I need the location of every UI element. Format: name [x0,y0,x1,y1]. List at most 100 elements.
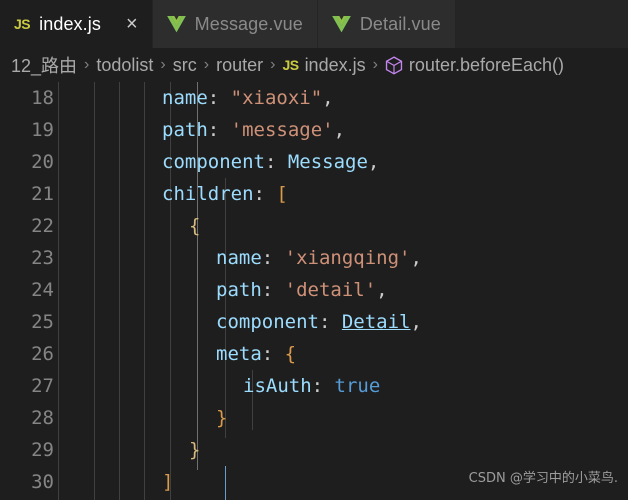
tab-close-icon[interactable]: × [126,14,138,34]
code-token: { [284,343,297,365]
code-line[interactable]: 27 isAuth: true [0,370,628,402]
breadcrumb-separator-icon: › [203,56,210,73]
tab-label: Detail.vue [359,13,441,34]
code-token: path [162,119,208,141]
code-token: name [162,87,208,109]
code-editor[interactable]: 18 name: "xiaoxi", 19 path: 'message', 20 com… [0,82,628,500]
code-text: { [189,210,200,242]
editor-tab-bar: JS index.js × Message.vue Detail.vue [0,0,628,48]
code-token: name [216,247,262,269]
tab-index-js[interactable]: JS index.js × [0,0,153,48]
code-text: name: "xiaoxi", [162,82,334,114]
code-line-list: 18 name: "xiaoxi", 19 path: 'message', 20 com… [0,82,628,498]
js-file-icon: JS [14,16,31,32]
code-line[interactable]: 19 path: 'message', [0,114,628,146]
line-number: 24 [31,279,54,301]
line-number: 23 [31,247,54,269]
tab-label: index.js [39,13,101,34]
code-token: component [216,311,319,333]
breadcrumb-separator-icon: › [84,56,90,73]
code-token: , [367,151,380,173]
breadcrumb-item-router[interactable]: router [216,55,263,76]
symbol-cube-icon [385,55,403,75]
code-line[interactable]: 22 { [0,210,628,242]
line-number: 27 [31,375,54,397]
code-line[interactable]: 21 children: [ [0,178,628,210]
code-token: { [189,215,201,237]
breadcrumb-label: todolist [96,54,154,75]
code-token: : [207,87,231,109]
breadcrumb-label: index.js [304,54,366,75]
code-token: Message [287,151,368,173]
code-line[interactable]: 18 name: "xiaoxi", [0,82,628,114]
code-token: [ [276,183,288,205]
tab-detail-vue[interactable]: Detail.vue [317,0,456,48]
code-token: : [264,151,288,173]
code-token[interactable]: Detail [342,311,411,333]
code-token: : [261,279,285,301]
line-number: 28 [31,407,54,429]
breadcrumb-item-symbol[interactable]: router.beforeEach() [385,55,564,76]
js-file-icon: JS [282,57,299,73]
code-token: ] [162,471,174,493]
breadcrumb-item-todolist[interactable]: todolist [96,55,153,76]
code-token: : [261,343,285,365]
line-number: 29 [31,439,54,461]
code-token: : [261,247,285,269]
code-token: children [162,183,254,205]
code-text: ] [162,466,173,498]
tab-label: Message.vue [194,13,303,34]
vscode-window: JS index.js × Message.vue Detail.vue 12_… [0,0,628,500]
line-number: 25 [31,311,54,333]
watermark-text: CSDN @学习中的小菜鸟. [468,471,618,486]
tab-message-vue[interactable]: Message.vue [152,0,318,48]
code-text: } [189,434,200,466]
code-line[interactable]: 26 meta: { [0,338,628,370]
breadcrumb: 12_路由 › todolist › src › router › JS ind… [0,48,628,82]
breadcrumb-label: src [172,54,197,75]
code-text: isAuth: true [243,370,380,402]
line-number: 30 [31,471,54,493]
breadcrumb-item-index-js[interactable]: JS index.js [282,55,365,76]
breadcrumb-separator-icon: › [160,56,166,73]
code-token: , [322,87,334,109]
code-token: component [162,151,265,173]
code-token: : [207,119,231,141]
line-number: 22 [31,215,54,237]
code-line[interactable]: 20 component: Message, [0,146,628,178]
breadcrumb-item-folder-root[interactable]: 12_路由 [11,52,77,78]
breadcrumb-separator-icon: › [372,56,378,73]
breadcrumb-label: router [216,54,264,75]
code-token: path [216,279,262,301]
code-token: meta [216,343,262,365]
code-line[interactable]: 25 component: Detail, [0,306,628,338]
code-text: component: Message, [162,146,379,178]
line-number: 19 [31,119,54,141]
breadcrumb-item-src[interactable]: src [173,55,197,76]
code-token: : [253,183,277,205]
breadcrumb-label: 12_路由 [11,56,78,76]
code-token: 'detail' [284,279,377,301]
line-number: 21 [31,183,54,205]
code-token: : [318,311,342,333]
code-text: path: 'message', [162,114,345,146]
code-token: "xiaoxi" [230,87,323,109]
code-line[interactable]: 28} [0,402,628,434]
breadcrumb-separator-icon: › [270,56,276,73]
code-text: path: 'detail', [216,274,388,306]
vue-file-icon [332,15,351,33]
code-text: children: [ [162,178,288,210]
code-token: , [333,119,346,141]
code-token: , [410,311,422,333]
code-line[interactable]: 24 path: 'detail', [0,274,628,306]
code-token: , [376,279,388,301]
vue-file-icon [166,15,186,33]
code-token: } [189,439,201,461]
code-token: 'xiangqing' [284,247,411,269]
code-token: isAuth [243,375,312,397]
code-text: name: 'xiangqing', [216,242,422,274]
tab-bar-empty-space [455,0,628,48]
code-line[interactable]: 29} [0,434,628,466]
code-line[interactable]: 23 name: 'xiangqing', [0,242,628,274]
code-text: component: Detail, [216,306,422,338]
